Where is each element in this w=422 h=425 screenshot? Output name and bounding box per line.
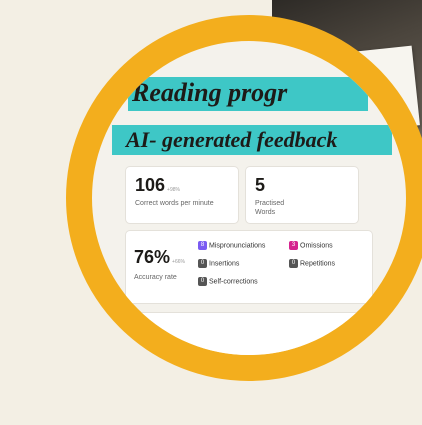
insertions-chip: 0 Insertions <box>198 259 239 268</box>
page-subtitle: AI- generated feedback <box>126 127 338 152</box>
repetitions-label: Repetitions <box>300 260 336 268</box>
passage-text: I want to be an <box>146 367 251 381</box>
accuracy-label: Accuracy rate <box>134 274 177 281</box>
wcpm-label: Correct words per minute <box>135 200 214 207</box>
info-icon[interactable]: i <box>354 321 364 331</box>
self-corrections-count: 0 <box>198 277 207 286</box>
passage-sentence: I want to be an athlete. <box>146 367 312 381</box>
insertions-count: 0 <box>198 259 207 268</box>
accuracy-card: 76% +66% Accuracy rate 8 Mispronunciations… <box>126 231 372 303</box>
mispronunciations-label: Mispronunciations <box>209 242 266 250</box>
subtitle-banner: AI- generated feedback <box>112 125 392 155</box>
highlight-ring: Reading progr AI- generated feedback 106… <box>66 15 422 381</box>
title-banner: Reading progr <box>128 77 368 111</box>
insertions-label: Insertions <box>209 260 240 268</box>
accuracy-value: 76% <box>134 247 171 267</box>
accuracy-delta: +66% <box>172 259 185 265</box>
repetitions-count: 0 <box>289 259 298 268</box>
mispronunciations-count: 8 <box>198 241 207 250</box>
wcpm-delta: +98% <box>167 187 180 193</box>
wcpm-value: 106 <box>135 175 166 195</box>
omissions-count: 3 <box>289 241 298 250</box>
page-title: Reading progr <box>132 78 288 107</box>
wcpm-card: 106 +98% Correct words per minute <box>126 167 238 223</box>
self-corrections-label: Self-corrections <box>209 278 258 286</box>
omissions-label: Omissions <box>300 242 333 250</box>
app-screen: Reading progr AI- generated feedback 106… <box>112 75 392 381</box>
omissions-chip: 3 Omissions <box>289 241 333 250</box>
practiced-label: Practised Words <box>255 200 285 217</box>
highlighted-word[interactable]: athlete <box>255 367 307 381</box>
reading-passage-card: i I want to be an athlete. <box>126 313 372 381</box>
practiced-card: 5 Practised Words <box>246 167 358 223</box>
self-corrections-chip: 0 Self-corrections <box>198 277 258 286</box>
mispronunciations-chip: 8 Mispronunciations <box>198 241 265 250</box>
passage-punctuation: . <box>307 367 312 381</box>
practiced-value: 5 <box>255 175 266 195</box>
repetitions-chip: 0 Repetitions <box>289 259 335 268</box>
